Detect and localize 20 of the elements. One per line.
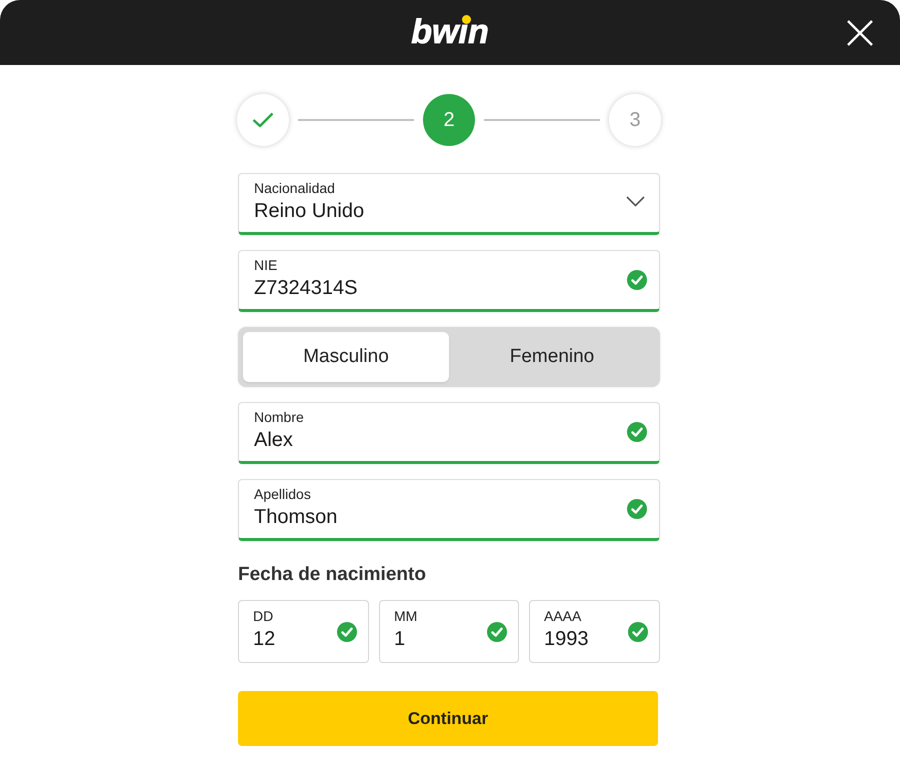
brand-logo: bwin	[411, 14, 489, 48]
check-icon	[252, 112, 274, 128]
section-heading: Fecha de nacimiento	[238, 564, 426, 586]
check-circle-icon	[627, 499, 647, 519]
date-input-field[interactable]: DD 12	[238, 600, 369, 663]
chevron-down-icon[interactable]	[626, 196, 645, 206]
step-indicator: 2	[423, 94, 475, 146]
step-indicator: 3	[609, 94, 661, 146]
continue-button[interactable]: Continuar	[238, 691, 658, 746]
select-field[interactable]: Nacionalidad Reino Unido	[238, 173, 660, 235]
input-field[interactable]: NIE Z7324314S	[238, 250, 660, 312]
close-icon[interactable]	[847, 20, 873, 46]
date-input-field[interactable]: MM 1	[379, 600, 519, 663]
toggle-option[interactable]: Masculino	[243, 332, 449, 382]
input-field[interactable]: Nombre Alex	[238, 402, 660, 464]
check-circle-icon	[627, 270, 647, 290]
check-circle-icon	[627, 422, 647, 442]
input-field[interactable]: Apellidos Thomson	[238, 479, 660, 541]
toggle-option[interactable]: Femenino	[449, 332, 655, 382]
date-input-field[interactable]: AAAA 1993	[529, 600, 660, 663]
